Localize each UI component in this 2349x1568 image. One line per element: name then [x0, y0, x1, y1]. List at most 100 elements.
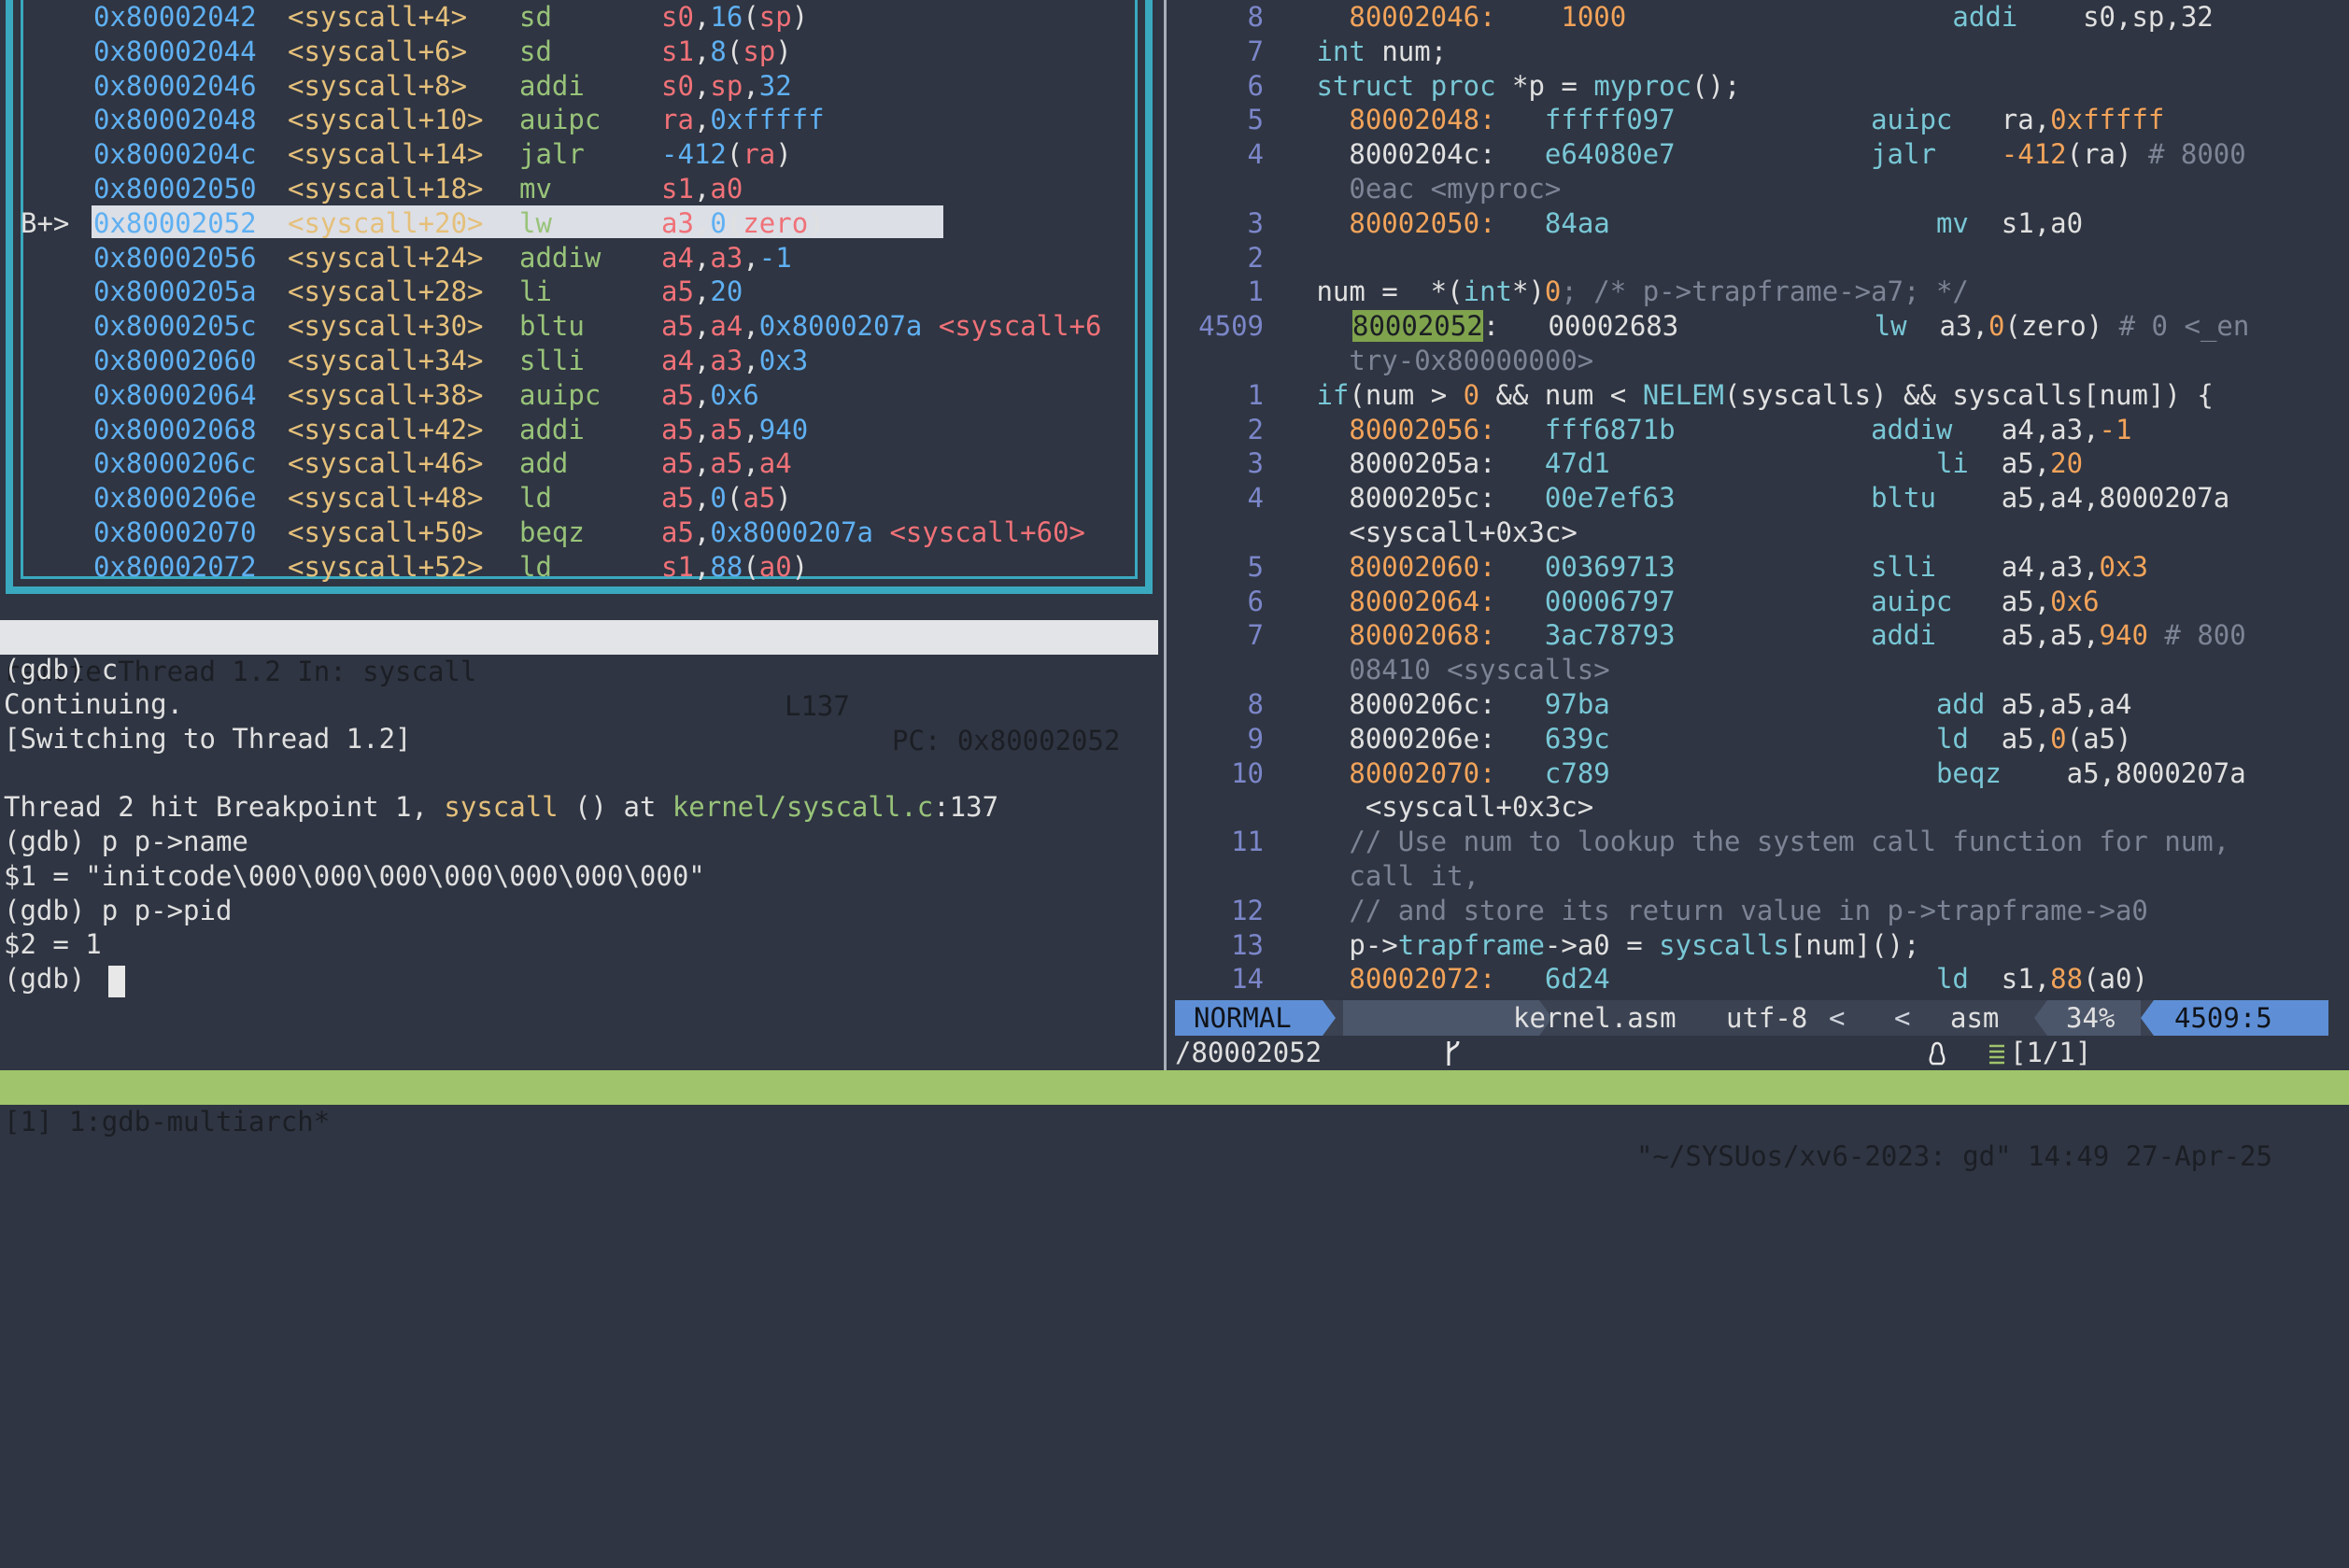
source-line[interactable]: int num; — [1300, 35, 1447, 69]
code-token: a5,a5,a4 — [1985, 688, 2132, 720]
source-line[interactable]: num = *(int*)0; /* p->trapframe->a7; */ — [1300, 275, 1968, 309]
code-token: 1000 — [1495, 1, 1627, 33]
source-line[interactable]: 80002064: 00006797 auipc a5,0x6 — [1300, 585, 2100, 619]
code-token: call it, — [1300, 860, 1480, 892]
source-line[interactable]: <syscall+0x3c> — [1300, 516, 1577, 550]
code-token: 00369713 — [1495, 550, 1676, 583]
asm-mnemonic: ld — [519, 550, 552, 583]
code-token: 3ac78793 — [1495, 619, 1676, 652]
operand-token: ( — [743, 1, 759, 33]
source-line[interactable]: 80002048: fffff097 auipc ra,0xfffff — [1300, 103, 2164, 137]
source-line[interactable]: 80002046: 1000 addi s0,sp,32 — [1300, 0, 2213, 35]
asm-row[interactable]: 0x8000206c <syscall+46> add a5,a5,a4 — [0, 446, 1149, 481]
code-token: beqz — [1935, 756, 2002, 789]
source-line[interactable]: struct proc *p = myproc(); — [1300, 69, 1740, 104]
source-line[interactable]: // Use num to lookup the system call fun… — [1300, 825, 2229, 859]
asm-row[interactable]: 0x8000205c <syscall+30> bltu a5,a4,0x800020… — [0, 309, 1149, 344]
source-line[interactable]: 80002068: 3ac78793 addi a5,a5,940 # 800 — [1300, 618, 2246, 653]
code-token: e64080e7 — [1495, 138, 1676, 171]
source-line[interactable]: 80002056: fff6871b addiw a4,a3,-1 — [1300, 413, 2131, 447]
code-token: ->a0 = — [1544, 928, 1660, 961]
vim-cursor-position: 4509:5 — [2154, 1000, 2328, 1036]
asm-address: 0x8000205c — [93, 310, 257, 343]
source-line[interactable]: p->trapframe->a0 = syscalls[num](); — [1300, 928, 1919, 963]
asm-mnemonic: mv — [519, 173, 552, 205]
operand-token: a5 — [661, 447, 694, 480]
code-token: (a0) — [2083, 963, 2148, 996]
source-line[interactable]: 0eac <myproc> — [1300, 172, 1561, 206]
operand-token: s0 — [661, 1, 694, 33]
source-line[interactable]: <syscall+0x3c> — [1300, 790, 1593, 825]
asm-row[interactable]: 0x80002070 <syscall+50> beqz a5,0x8000207a … — [0, 516, 1149, 550]
asm-mnemonic: sd — [519, 1, 552, 33]
code-token: 80002056: — [1300, 413, 1496, 445]
operand-token: , — [693, 104, 711, 136]
asm-row[interactable]: 0x80002048 <syscall+10> auipc ra,0xfffff — [0, 103, 1149, 137]
relative-line-number — [1175, 516, 1264, 550]
code-token: jalr — [1871, 138, 1936, 171]
source-line[interactable]: 8000206e: 639c ld a5,0(a5) — [1300, 722, 2131, 756]
asm-address: 0x80002052 — [93, 206, 257, 239]
asm-row-current[interactable]: B+> 0x80002052 <syscall+20> lw a3,0(zero) — [0, 206, 1149, 241]
source-line[interactable]: 8000206c: 97ba add a5,a5,a4 — [1300, 687, 2131, 722]
operand-token: a3 — [710, 241, 743, 274]
console-line: [Switching to Thread 1.2] — [4, 722, 412, 756]
source-line[interactable]: // and store its return value in p->trap… — [1300, 894, 2148, 928]
asm-row[interactable]: 0x80002046 <syscall+8> addi s0,sp,32 — [0, 69, 1149, 104]
asm-breakpoint-marker: B+> — [21, 206, 70, 239]
source-line[interactable]: 8000205a: 47d1 li a5,20 — [1300, 446, 2083, 481]
asm-operands: s1,88(a0) — [661, 550, 808, 585]
operand-token: ) — [808, 206, 825, 239]
gdb-status-line: remote Thread 1.2 In: syscall L137 PC: 0… — [0, 620, 1158, 756]
asm-row[interactable]: 0x8000206e <syscall+48> ld a5,0(a5) — [0, 481, 1149, 516]
asm-row[interactable]: 0x8000204c <syscall+14> jalr -412(ra) — [0, 137, 1149, 172]
pane-divider[interactable] — [1164, 0, 1167, 1072]
operand-token: ra — [661, 104, 694, 136]
source-line[interactable]: call it, — [1300, 859, 1479, 894]
console-token: (gdb) p p->pid — [4, 894, 233, 926]
asm-row[interactable]: 0x80002060 <syscall+34> slli a4,a3,0x3 — [0, 344, 1149, 378]
code-token: -412 — [2001, 138, 2067, 171]
operand-token: a5 — [661, 275, 694, 308]
operand-token: 32 — [758, 69, 792, 102]
code-token: # 800 — [2147, 619, 2246, 652]
asm-mnemonic: beqz — [519, 516, 585, 548]
console-token: () at — [558, 791, 672, 824]
source-line[interactable]: 8000204c: e64080e7 jalr -412(ra) # 8000 — [1300, 137, 2245, 172]
code-token: bltu — [1871, 482, 1936, 515]
code-token: # 0 <_en — [2118, 310, 2250, 343]
operand-token: zero — [743, 206, 809, 239]
asm-operands: a4,a3,0x3 — [661, 344, 808, 378]
code-token: 97ba — [1495, 688, 1610, 720]
asm-row[interactable]: 0x80002056 <syscall+24> addiw a4,a3,-1 — [0, 241, 1149, 275]
asm-mnemonic: jalr — [519, 138, 585, 171]
source-line[interactable]: if(num > 0 && num < NELEM(syscalls) && s… — [1300, 378, 2213, 413]
vim-filetype: asm — [1950, 1002, 2000, 1034]
relative-line-number — [1175, 172, 1264, 206]
source-line[interactable]: 8000205c: 00e7ef63 bltu a5,a4,8000207a — [1300, 481, 2229, 516]
source-line[interactable]: 80002050: 84aa mv s1,a0 — [1300, 206, 2083, 241]
code-token: 80002060: — [1300, 550, 1496, 583]
source-line[interactable]: 80002052: 00002683 lw a3,0(zero) # 0 <_e… — [1300, 309, 2249, 344]
asm-row[interactable]: 0x80002044 <syscall+6> sd s1,8(sp) — [0, 35, 1149, 69]
source-line[interactable]: 80002072: 6d24 ld s1,88(a0) — [1300, 962, 2148, 996]
asm-row[interactable]: 0x80002064 <syscall+38> auipc a5,0x6 — [0, 378, 1149, 413]
code-token: 0x6 — [2050, 585, 2100, 617]
operand-token: , — [693, 69, 711, 102]
code-token: lw — [1874, 310, 1907, 343]
asm-row[interactable]: 0x80002050 <syscall+18> mv s1,a0 — [0, 172, 1149, 206]
asm-row[interactable]: 0x80002042 <syscall+4> sd s0,16(sp) — [0, 0, 1149, 35]
vim-search-command[interactable]: /80002052 — [1175, 1036, 1322, 1070]
relative-line-number: 8 — [1247, 688, 1264, 720]
asm-row[interactable]: 0x80002068 <syscall+42> addi a5,a5,940 — [0, 413, 1149, 447]
asm-row[interactable]: 0x80002072 <syscall+52> ld s1,88(a0) — [0, 550, 1149, 585]
source-line[interactable]: 80002070: c789 beqz a5,8000207a — [1300, 756, 2245, 791]
source-line[interactable]: 08410 <syscalls> — [1300, 653, 1609, 687]
code-token: num = *( — [1300, 275, 1464, 308]
asm-row[interactable]: 0x8000205a <syscall+28> li a5,20 — [0, 275, 1149, 309]
source-line[interactable]: 80002060: 00369713 slli a4,a3,0x3 — [1300, 550, 2148, 585]
tmux-window-tab[interactable]: [1] 1:gdb-multiarch* — [4, 1105, 330, 1139]
source-line[interactable]: try-0x80000000> — [1300, 344, 1593, 378]
